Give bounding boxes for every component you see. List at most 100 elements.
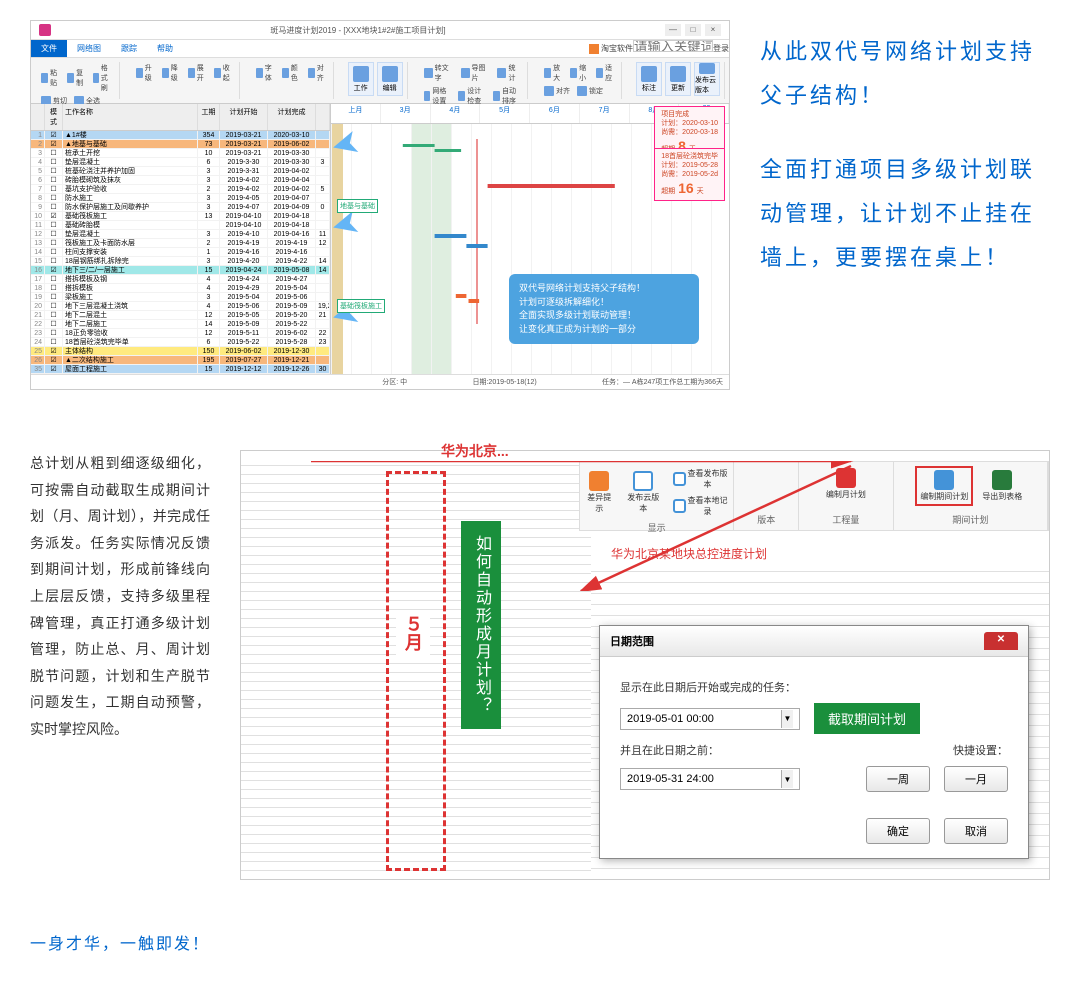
tab-help[interactable]: 帮助 bbox=[147, 40, 183, 57]
table-row[interactable]: 20 ☐ 地下三层混凝土浇筑 4 2019-5-06 2019-5-09 19,… bbox=[31, 302, 330, 311]
table-row[interactable]: 6 ☐ 砖胎模砌筑及抹灰 3 2019-4-02 2019-04-04 bbox=[31, 176, 330, 185]
ribbon-button[interactable]: 升级 bbox=[134, 62, 157, 84]
search-input[interactable] bbox=[633, 40, 713, 52]
one-month-button[interactable]: 一月 bbox=[944, 766, 1008, 792]
table-row[interactable]: 10 ☑ 基础筏板施工 13 2019-04-10 2019-04-18 bbox=[31, 212, 330, 221]
publish-cloud-button[interactable]: 发布云版本 bbox=[622, 469, 664, 516]
ribbon-button[interactable]: 收起 bbox=[212, 62, 235, 84]
col-start[interactable]: 计划开始 bbox=[220, 104, 268, 130]
ribbon-icon bbox=[214, 68, 221, 78]
table-row[interactable]: 16 ☑ 地下三/二/一层施工 15 2019-04-24 2019-05-08… bbox=[31, 266, 330, 275]
table-row[interactable]: 3 ☐ 桩承土开挖 10 2019-03-21 2019-03-30 bbox=[31, 149, 330, 158]
ribbon-button[interactable]: 颜色 bbox=[280, 62, 303, 84]
table-row[interactable]: 2 ☑ ▲地基与基础 73 2019-03-21 2019-06-02 bbox=[31, 140, 330, 149]
start-date-input[interactable]: 2019-05-01 00:00▼ bbox=[620, 708, 800, 730]
calendar-icon bbox=[836, 468, 856, 488]
ribbon-big-button[interactable]: 编辑 bbox=[377, 62, 403, 96]
ribbon-icon bbox=[570, 68, 577, 78]
col-duration[interactable]: 工期 bbox=[198, 104, 220, 130]
table-row[interactable]: 8 ☐ 防水施工 3 2019-4-05 2019-04-07 bbox=[31, 194, 330, 203]
table-row[interactable]: 1 ☑ ▲1#楼 354 2019-03-21 2020-03-10 bbox=[31, 131, 330, 140]
table-row[interactable]: 22 ☐ 地下二层施工 14 2019-5-09 2019-5-22 bbox=[31, 320, 330, 329]
col-name[interactable]: 工作名称 bbox=[63, 104, 198, 130]
shop-link[interactable]: 淘宝软件 bbox=[589, 40, 633, 57]
ribbon-button[interactable]: 对齐 bbox=[306, 62, 329, 84]
view-local-button[interactable]: 查看本地记录 bbox=[670, 493, 731, 519]
ribbon-button[interactable]: 对齐 bbox=[542, 85, 572, 97]
ribbon-big-button[interactable]: 标注 bbox=[636, 62, 662, 96]
dropdown-icon[interactable]: ▼ bbox=[781, 710, 793, 728]
col-end[interactable]: 计划完成 bbox=[268, 104, 316, 130]
col-mode[interactable]: 模式 bbox=[45, 104, 63, 130]
table-row[interactable]: 5 ☐ 桩基砼浇注并养护加固 3 2019-3-31 2019-04-02 bbox=[31, 167, 330, 176]
ribbon-button[interactable]: 适应 bbox=[594, 62, 617, 84]
tab-file[interactable]: 文件 bbox=[31, 40, 67, 57]
period-plan-screenshot: 华为北京... ５月 如何自动形成月计划？ 差异提示 发布云版本 查看发布版本 … bbox=[240, 450, 1050, 880]
table-row[interactable]: 17 ☐ 搭拆模板及钢 4 2019-4-24 2019-4-27 bbox=[31, 275, 330, 284]
table-row[interactable]: 24 ☐ 18首层砼浇筑完毕单 6 2019-5-22 2019-5-28 23 bbox=[31, 338, 330, 347]
view-publish-button[interactable]: 查看发布版本 bbox=[670, 466, 731, 492]
table-row[interactable]: 25 ☑ 主体结构 150 2019-06-02 2019-12-30 bbox=[31, 347, 330, 356]
ribbon-icon bbox=[596, 68, 603, 78]
table-row[interactable]: 23 ☐ 18正负零验收 12 2019-5-11 2019-6-02 22 bbox=[31, 329, 330, 338]
tab-track[interactable]: 跟踪 bbox=[111, 40, 147, 57]
table-row[interactable]: 35 ☑ 屋面工程施工 15 2019-12-12 2019-12-26 30 bbox=[31, 365, 330, 374]
dialog-close-button[interactable]: ✕ bbox=[984, 632, 1018, 650]
table-row[interactable]: 13 ☐ 筏板施工及卡面防水层 2 2019-4-19 2019-4-19 12 bbox=[31, 239, 330, 248]
col-extra[interactable] bbox=[316, 104, 330, 130]
ribbon-button[interactable]: 粘贴 bbox=[39, 62, 62, 94]
table-row[interactable]: 18 ☐ 搭拆模板 4 2019-4-29 2019-5-04 bbox=[31, 284, 330, 293]
table-row[interactable]: 9 ☐ 防水保护层施工及间歇养护 3 2019-4-07 2019-04-09 … bbox=[31, 203, 330, 212]
feature-callout-bubble: 双代号网络计划支持父子结构！ 计划可逐级拆解细化！ 全面实现多级计划联动管理！ … bbox=[509, 274, 699, 344]
table-row[interactable]: 21 ☐ 地下二层混土 12 2019-5-05 2019-5-20 21 bbox=[31, 311, 330, 320]
table-row[interactable]: 19 ☐ 梁板施工 3 2019-5-04 2019-5-06 bbox=[31, 293, 330, 302]
ribbon-icon bbox=[544, 86, 554, 96]
ribbon-icon bbox=[41, 73, 48, 83]
ribbon-button[interactable]: 锁定 bbox=[575, 85, 605, 97]
month-label: ５月 bbox=[396, 611, 430, 655]
start-date-label: 显示在此日期后开始或完成的任务： bbox=[620, 679, 796, 695]
bell-icon bbox=[589, 471, 609, 491]
screenshot-title: 华为北京... bbox=[441, 441, 509, 461]
ribbon-button[interactable]: 展开 bbox=[186, 62, 209, 84]
ribbon-button[interactable]: 统计 bbox=[495, 62, 523, 84]
ribbon-icon bbox=[544, 68, 551, 78]
cancel-button[interactable]: 取消 bbox=[944, 818, 1008, 844]
diff-hint-button[interactable]: 差异提示 bbox=[582, 469, 616, 516]
ribbon-button[interactable]: 格式刷 bbox=[91, 62, 115, 94]
monthly-plan-button[interactable]: 编制月计划 bbox=[823, 466, 869, 502]
end-date-input[interactable]: 2019-05-31 24:00▼ bbox=[620, 768, 800, 790]
table-row[interactable]: 4 ☐ 垫层混凝土 6 2019-3-30 2019-03-30 3 bbox=[31, 158, 330, 167]
table-row[interactable]: 12 ☐ 垫层混凝土 3 2019-4-10 2019-04-16 11 bbox=[31, 230, 330, 239]
quick-label: 快捷设置： bbox=[953, 742, 1008, 758]
export-table-button[interactable]: 导出到表格 bbox=[979, 468, 1025, 504]
dropdown-icon[interactable]: ▼ bbox=[781, 770, 793, 788]
window-minimize[interactable]: — bbox=[665, 24, 681, 36]
ribbon-button[interactable]: 降级 bbox=[160, 62, 183, 84]
gantt-chart[interactable]: 上月3月4月5月6月7月8月...30 项目完成 计划：2020-03-10 尚… bbox=[331, 104, 729, 374]
period-plan-button[interactable]: 编制期间计划 bbox=[915, 466, 973, 506]
one-week-button[interactable]: 一周 bbox=[866, 766, 930, 792]
table-row[interactable]: 7 ☐ 基坑支护验收 2 2019-4-02 2019-04-02 5 bbox=[31, 185, 330, 194]
ribbon-big-button[interactable]: 工作 bbox=[348, 62, 374, 96]
table-row[interactable]: 15 ☐ 18层钢筋绑扎拆除完 3 2019-4-20 2019-4-22 14 bbox=[31, 257, 330, 266]
login-link[interactable]: 登录 bbox=[713, 40, 729, 57]
dialog-title: 日期范围 bbox=[610, 633, 654, 649]
table-row[interactable]: 26 ☑ ▲二次结构施工 195 2019-07-27 2019-12-21 bbox=[31, 356, 330, 365]
ribbon-big-button[interactable]: 更新 bbox=[665, 62, 691, 96]
ribbon-button[interactable]: 放大 bbox=[542, 62, 565, 84]
ribbon-button[interactable]: 缩小 bbox=[568, 62, 591, 84]
ribbon-icon bbox=[382, 66, 398, 82]
tab-network[interactable]: 网络图 bbox=[67, 40, 111, 57]
ribbon-icon bbox=[493, 91, 500, 101]
ribbon-button[interactable]: 转文字 bbox=[422, 62, 456, 84]
ribbon-button[interactable]: 复制 bbox=[65, 62, 88, 94]
table-row[interactable]: 11 ☐ 基础砖胎模 2019-04-10 2019-04-18 bbox=[31, 221, 330, 230]
window-close[interactable]: × bbox=[705, 24, 721, 36]
ok-button[interactable]: 确定 bbox=[866, 818, 930, 844]
ribbon-big-button[interactable]: 发布云版本 bbox=[694, 62, 720, 96]
window-maximize[interactable]: □ bbox=[685, 24, 701, 36]
table-row[interactable]: 14 ☐ 柱间支撑安装 1 2019-4-16 2019-4-16 bbox=[31, 248, 330, 257]
ribbon-button[interactable]: 字体 bbox=[254, 62, 277, 84]
ribbon-button[interactable]: 导图片 bbox=[459, 62, 493, 84]
